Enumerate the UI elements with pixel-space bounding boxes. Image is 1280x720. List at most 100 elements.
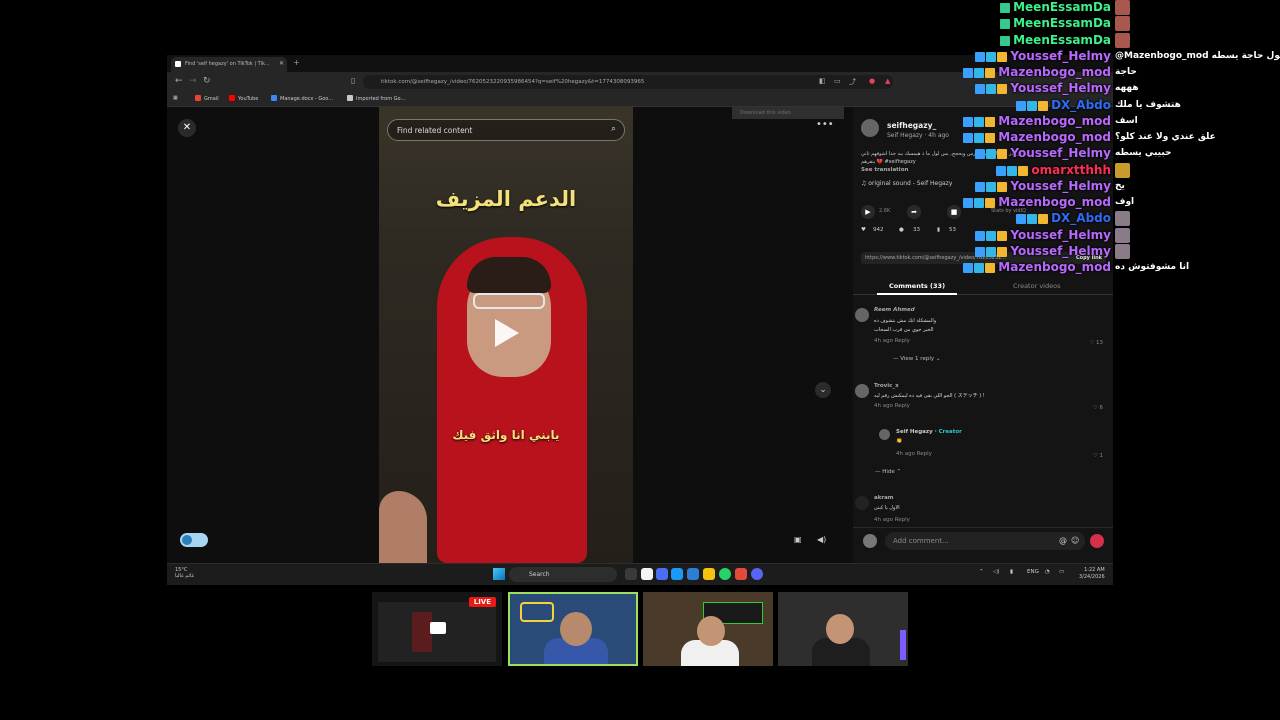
store-icon[interactable]: [641, 568, 653, 580]
pip-icon[interactable]: ▣: [794, 535, 806, 547]
rgb-light: [900, 630, 906, 660]
creator-badge: Creator: [938, 429, 962, 435]
chat-badges: [975, 50, 1008, 64]
webcam-strip: LIVE: [372, 592, 908, 666]
next-video-button[interactable]: ⌄: [815, 382, 831, 398]
chat-badge-icon: [1007, 165, 1018, 176]
chat-username[interactable]: Youssef_Helmy: [1010, 244, 1111, 258]
comment-like[interactable]: ♡ 6: [1093, 405, 1103, 411]
live-badge: LIVE: [468, 597, 496, 607]
view-replies-link[interactable]: — View 1 reply ⌄: [893, 356, 940, 362]
chat-message-text: اوف: [1115, 197, 1135, 207]
streamer-cam-thumbnail[interactable]: [508, 592, 638, 666]
stream-stage: Find 'seif hegazy' on TikTok | Tik... ✕ …: [0, 0, 1280, 720]
chat-username[interactable]: DX_Abdo: [1051, 98, 1111, 112]
post-comment-button[interactable]: [1090, 534, 1104, 548]
chat-badge-icon: [974, 198, 985, 208]
discord-icon[interactable]: [751, 568, 763, 580]
video-subtitle: يابني انا واثق فيك: [452, 428, 560, 442]
whatsapp-icon[interactable]: [719, 568, 731, 580]
chat-badge-icon: [997, 181, 1008, 192]
chat-badge-icon: [1038, 214, 1049, 225]
windows-start-icon[interactable]: [493, 568, 505, 580]
comment-like[interactable]: ♡ 1: [1093, 453, 1103, 459]
commenter-avatar[interactable]: [855, 384, 869, 398]
screen-share-thumbnail[interactable]: LIVE: [372, 592, 502, 666]
mention-icon[interactable]: @: [1059, 536, 1067, 545]
wifi-icon[interactable]: ◔: [1045, 569, 1050, 575]
autoscroll-toggle[interactable]: [180, 533, 208, 547]
chat-emote-icon: [1115, 211, 1130, 227]
chat-badge-icon: [975, 149, 986, 160]
taskbar-search[interactable]: Search: [509, 567, 617, 582]
weather-widget[interactable]: 15°C غائم غالبا: [175, 567, 194, 579]
chat-message: Youssef_Helmy: [0, 243, 1280, 260]
chat-username[interactable]: Youssef_Helmy: [1010, 146, 1111, 160]
speaker-icon[interactable]: ◁): [993, 569, 999, 575]
tray-chevron-icon[interactable]: ⌃: [979, 569, 984, 575]
user-avatar: [863, 534, 877, 548]
chat-badge-icon: [985, 116, 996, 127]
chat-username[interactable]: Youssef_Helmy: [1010, 179, 1111, 193]
chat-message: MeenEssamDa: [0, 0, 1280, 16]
chat-badges: [963, 196, 996, 210]
chat-message: Youssef_Helmy @Mazenbogo_mod ما تقول حاجة…: [0, 49, 1280, 65]
language-indicator[interactable]: ENG: [1027, 569, 1039, 575]
battery-icon[interactable]: ▭: [1059, 569, 1064, 575]
chat-username[interactable]: Youssef_Helmy: [1010, 49, 1111, 63]
comment-like[interactable]: ♡ 13: [1089, 340, 1103, 346]
volume-icon[interactable]: ◀): [817, 535, 829, 547]
task-view-icon[interactable]: [625, 568, 637, 580]
commenter-avatar[interactable]: [855, 308, 869, 322]
chat-username[interactable]: Mazenbogo_mod: [998, 114, 1111, 128]
chat-username[interactable]: MeenEssamDa: [1013, 33, 1111, 47]
chat-username[interactable]: omarxtthhh: [1031, 163, 1111, 177]
chat-badges: [975, 147, 1008, 161]
add-comment-input[interactable]: Add comment...: [885, 532, 1085, 550]
taskbar-clock[interactable]: 1:22 AM 3/24/2026: [1079, 567, 1105, 581]
chat-emote-icon: [1115, 243, 1130, 259]
comments-tabs: Comments (33) Creator videos: [853, 279, 1113, 295]
comment-input-bar: Add comment... @ ☺: [853, 527, 1113, 553]
play-icon[interactable]: [495, 319, 519, 347]
chat-username[interactable]: Mazenbogo_mod: [998, 65, 1111, 79]
chat-badge-icon: [997, 51, 1008, 62]
chat-username[interactable]: MeenEssamDa: [1013, 0, 1111, 14]
emoji-icon[interactable]: ☺: [1071, 536, 1079, 545]
chat-username[interactable]: MeenEssamDa: [1013, 16, 1111, 30]
chat-badge-icon: [997, 230, 1008, 241]
brave-icon[interactable]: [735, 568, 747, 580]
guest-cam-thumbnail-2[interactable]: [778, 592, 908, 666]
chat-badge-icon: [1027, 214, 1038, 225]
edge-icon[interactable]: [671, 568, 683, 580]
chat-username[interactable]: Mazenbogo_mod: [998, 130, 1111, 144]
chat-badge-icon: [963, 263, 974, 273]
outlook-icon[interactable]: [687, 568, 699, 580]
chat-message-text: @Mazenbogo_mod ما تقول حاجة يسطه: [1115, 50, 1280, 61]
chat-message: Mazenbogo_mod حاجة: [0, 65, 1280, 81]
streamer-head: [560, 612, 592, 646]
file-explorer-icon[interactable]: [703, 568, 715, 580]
chat-badge-icon: [997, 84, 1008, 95]
chat-username[interactable]: Youssef_Helmy: [1010, 228, 1111, 242]
copilot-icon[interactable]: [656, 568, 668, 580]
mic-icon[interactable]: ▮: [1010, 569, 1013, 575]
chat-badges: [963, 261, 996, 275]
chat-badges: [1016, 99, 1049, 113]
chat-username[interactable]: DX_Abdo: [1051, 211, 1111, 225]
chat-message: Mazenbogo_mod علق عندي ولا عند كلو؟: [0, 130, 1280, 146]
chat-username[interactable]: Youssef_Helmy: [1010, 81, 1111, 95]
commenter-avatar[interactable]: [855, 496, 869, 510]
chat-username[interactable]: Mazenbogo_mod: [998, 260, 1111, 274]
creator-avatar[interactable]: [879, 429, 890, 440]
chat-message: Youssef_Helmy: [0, 227, 1280, 244]
tab-comments[interactable]: Comments (33): [876, 282, 958, 295]
chat-emote-icon: [1115, 32, 1130, 48]
chat-message-text: هتشوف يا ملك: [1115, 99, 1181, 110]
hide-replies-link[interactable]: — Hide ⌃: [875, 469, 901, 475]
chat-username[interactable]: Mazenbogo_mod: [998, 195, 1111, 209]
tab-creator-videos[interactable]: Creator videos: [1013, 282, 1060, 290]
chat-message: DX_Abdo هتشوف يا ملك: [0, 98, 1280, 114]
chat-message: MeenEssamDa: [0, 32, 1280, 49]
guest-cam-thumbnail-1[interactable]: [643, 592, 773, 666]
